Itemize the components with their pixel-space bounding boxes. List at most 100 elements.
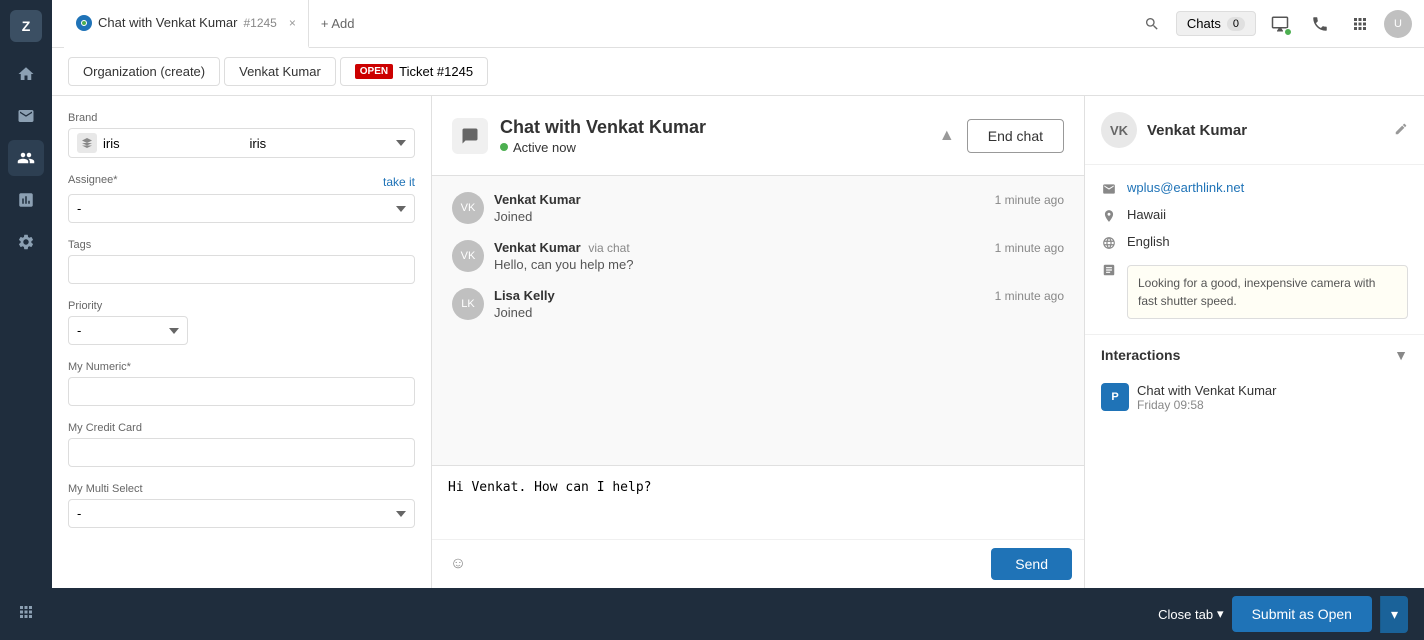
my-multi-select[interactable]: - bbox=[68, 499, 415, 528]
main-content: Chat with Venkat Kumar #1245 × + Add Cha… bbox=[52, 0, 1424, 640]
message-sender-row: Venkat Kumar via chat bbox=[494, 240, 630, 255]
add-tab-button[interactable]: + Add bbox=[309, 0, 367, 48]
close-tab-label: Close tab bbox=[1158, 607, 1213, 622]
close-tab-button[interactable]: Close tab ▾ bbox=[1158, 606, 1223, 622]
end-chat-button[interactable]: End chat bbox=[967, 119, 1064, 153]
bottom-bar: Close tab ▾ Submit as Open ▾ bbox=[52, 588, 1424, 640]
breadcrumb-org[interactable]: Organization (create) bbox=[68, 57, 220, 86]
brand-dropdown-icon bbox=[396, 140, 406, 146]
interactions-header[interactable]: Interactions ▼ bbox=[1101, 347, 1408, 363]
customer-header: VK Venkat Kumar bbox=[1085, 96, 1424, 165]
search-button[interactable] bbox=[1136, 8, 1168, 40]
nav-settings-icon[interactable] bbox=[8, 224, 44, 260]
my-credit-card-label: My Credit Card bbox=[68, 422, 415, 434]
interaction-type-icon: P bbox=[1101, 383, 1129, 411]
chat-input[interactable]: Hi Venkat. How can I help? bbox=[432, 466, 1084, 536]
brand-icon bbox=[77, 133, 97, 153]
emoji-button[interactable]: ☺ bbox=[444, 550, 472, 578]
note-row: Looking for a good, inexpensive camera w… bbox=[1101, 256, 1408, 324]
chat-panel: Chat with Venkat Kumar Active now ▲ End … bbox=[432, 96, 1084, 588]
customer-details: wplus@earthlink.net Hawaii English bbox=[1085, 165, 1424, 335]
chats-count-badge: 0 bbox=[1227, 17, 1245, 31]
location-row: Hawaii bbox=[1101, 202, 1408, 229]
tags-input[interactable] bbox=[68, 255, 415, 284]
active-status: Active now bbox=[500, 140, 927, 155]
breadcrumb-customer[interactable]: Venkat Kumar bbox=[224, 57, 336, 86]
chat-collapse-button[interactable]: ▲ bbox=[939, 127, 955, 145]
nav-tickets-icon[interactable] bbox=[8, 98, 44, 134]
tags-field-group: Tags bbox=[68, 239, 415, 284]
brand-field-group: Brand iris iris bbox=[68, 112, 415, 158]
customer-language: English bbox=[1127, 234, 1170, 249]
brand-select[interactable]: iris bbox=[103, 136, 244, 151]
chat-input-area: Hi Venkat. How can I help? ☺ Send bbox=[432, 465, 1084, 588]
interaction-title: Chat with Venkat Kumar bbox=[1137, 383, 1408, 398]
nav-apps-icon[interactable] bbox=[8, 594, 44, 630]
my-numeric-input[interactable] bbox=[68, 377, 415, 406]
tab-close-icon[interactable]: × bbox=[289, 16, 296, 30]
chat-title: Chat with Venkat Kumar bbox=[500, 117, 927, 138]
assignee-header: Assignee* take it bbox=[68, 174, 415, 190]
language-icon bbox=[1101, 235, 1117, 251]
customer-note: Looking for a good, inexpensive camera w… bbox=[1127, 265, 1408, 319]
right-panel: VK Venkat Kumar wplus@earthlink.net bbox=[1084, 96, 1424, 588]
monitor-icon-button[interactable] bbox=[1264, 8, 1296, 40]
message-header: Lisa Kelly 1 minute ago bbox=[494, 288, 1064, 303]
brand-label: Brand bbox=[68, 112, 415, 124]
location-icon bbox=[1101, 208, 1117, 224]
active-status-text: Active now bbox=[513, 140, 576, 155]
nav-home-icon[interactable] bbox=[8, 56, 44, 92]
left-panel: Brand iris iris Assignee* take it - bbox=[52, 96, 432, 588]
tab-favicon bbox=[76, 15, 92, 31]
message-item: LK Lisa Kelly 1 minute ago Joined bbox=[452, 288, 1064, 320]
message-avatar: VK bbox=[452, 240, 484, 272]
left-navigation: Z bbox=[0, 0, 52, 640]
nav-users-icon[interactable] bbox=[8, 140, 44, 176]
chats-button[interactable]: Chats 0 bbox=[1176, 11, 1256, 36]
message-item: VK Venkat Kumar via chat 1 minute ago He… bbox=[452, 240, 1064, 272]
assignee-field-group: Assignee* take it - bbox=[68, 174, 415, 223]
my-numeric-label: My Numeric* bbox=[68, 361, 415, 373]
breadcrumb-bar: Organization (create) Venkat Kumar OPEN … bbox=[52, 48, 1424, 96]
chat-header: Chat with Venkat Kumar Active now ▲ End … bbox=[432, 96, 1084, 176]
submit-dropdown-button[interactable]: ▾ bbox=[1380, 596, 1408, 633]
interactions-collapse-icon: ▼ bbox=[1394, 347, 1408, 363]
active-dot bbox=[500, 143, 508, 151]
priority-select[interactable]: - bbox=[68, 316, 188, 345]
interaction-item: P Chat with Venkat Kumar Friday 09:58 bbox=[1101, 375, 1408, 420]
take-it-link[interactable]: take it bbox=[383, 175, 415, 189]
brand-select-wrapper[interactable]: iris iris bbox=[68, 128, 415, 158]
grid-icon-button[interactable] bbox=[1344, 8, 1376, 40]
message-content: Venkat Kumar 1 minute ago Joined bbox=[494, 192, 1064, 224]
priority-label: Priority bbox=[68, 300, 415, 312]
priority-field-group: Priority - bbox=[68, 300, 415, 345]
app-logo: Z bbox=[10, 10, 42, 42]
note-icon bbox=[1101, 262, 1117, 278]
message-sender: Venkat Kumar bbox=[494, 192, 581, 207]
my-multi-select-label: My Multi Select bbox=[68, 483, 415, 495]
send-button[interactable]: Send bbox=[991, 548, 1072, 580]
chats-label: Chats bbox=[1187, 16, 1221, 31]
customer-name: Venkat Kumar bbox=[1147, 122, 1384, 139]
my-numeric-field-group: My Numeric* bbox=[68, 361, 415, 406]
close-tab-chevron: ▾ bbox=[1217, 606, 1224, 622]
phone-icon-button[interactable] bbox=[1304, 8, 1336, 40]
assignee-select[interactable]: - bbox=[68, 194, 415, 223]
message-time: 1 minute ago bbox=[995, 289, 1064, 303]
chat-bubble-icon bbox=[452, 118, 488, 154]
edit-customer-icon[interactable] bbox=[1394, 122, 1408, 139]
message-text: Joined bbox=[494, 209, 1064, 224]
message-header: Venkat Kumar 1 minute ago bbox=[494, 192, 1064, 207]
submit-button[interactable]: Submit as Open bbox=[1232, 596, 1372, 632]
message-avatar: LK bbox=[452, 288, 484, 320]
message-text: Joined bbox=[494, 305, 1064, 320]
user-avatar[interactable]: U bbox=[1384, 10, 1412, 38]
customer-email[interactable]: wplus@earthlink.net bbox=[1127, 180, 1244, 195]
active-tab[interactable]: Chat with Venkat Kumar #1245 × bbox=[64, 0, 309, 48]
top-bar: Chat with Venkat Kumar #1245 × + Add Cha… bbox=[52, 0, 1424, 48]
breadcrumb-ticket[interactable]: OPEN Ticket #1245 bbox=[340, 57, 488, 86]
nav-reports-icon[interactable] bbox=[8, 182, 44, 218]
my-credit-card-input[interactable] bbox=[68, 438, 415, 467]
tab-number: #1245 bbox=[243, 16, 276, 30]
interactions-section: Interactions ▼ P Chat with Venkat Kumar … bbox=[1085, 335, 1424, 588]
